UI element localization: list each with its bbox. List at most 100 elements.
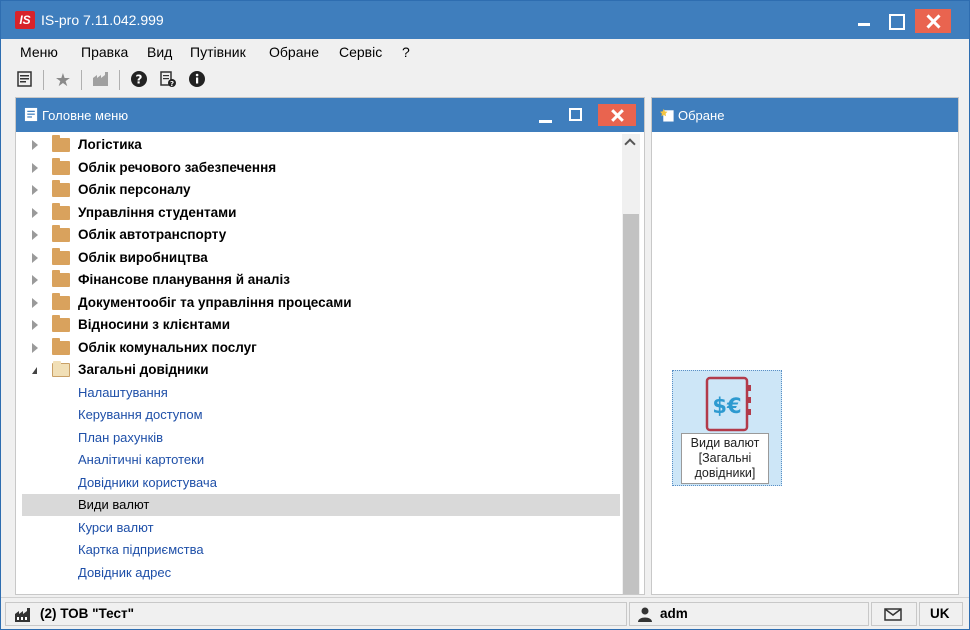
toolbar-separator: [81, 70, 82, 90]
tree-item-label: Загальні довідники: [78, 362, 209, 377]
user-icon: [638, 607, 652, 622]
tree-item-logistics[interactable]: Логістика: [22, 134, 620, 156]
tree-subitem-label: Картка підприємства: [78, 542, 204, 557]
scroll-thumb[interactable]: [623, 214, 639, 594]
folder-icon: [52, 270, 70, 287]
tree-item-document-flow[interactable]: Документообіг та управління процесами: [22, 292, 620, 314]
scroll-up-icon[interactable]: [624, 138, 636, 150]
main-menu-header[interactable]: Головне меню: [16, 98, 644, 132]
favorites-header[interactable]: Обране: [652, 98, 958, 132]
mail-icon: [884, 608, 902, 621]
expand-arrow-icon[interactable]: [32, 297, 38, 308]
menu-edit[interactable]: Правка: [81, 44, 128, 60]
menu-main[interactable]: Меню: [20, 44, 58, 60]
tree-subitem-user-directories[interactable]: Довідники користувача: [22, 472, 620, 494]
expand-arrow-icon[interactable]: [32, 185, 38, 195]
tree-item-students[interactable]: Управління студентами: [22, 202, 620, 224]
tree-subitem-exchange-rates[interactable]: Курси валют: [22, 517, 620, 539]
info-icon[interactable]: [187, 70, 207, 90]
panel-close-button[interactable]: [598, 104, 636, 126]
toolbar: ★ ? ?: [1, 64, 969, 94]
tree-subitem-label: Види валют: [78, 497, 150, 512]
expand-arrow-icon[interactable]: [32, 140, 38, 150]
tree-item-customer-relations[interactable]: Відносини з клієнтами: [22, 314, 620, 336]
favorite-label-line: довідники]: [694, 466, 756, 480]
open-folder-icon: [52, 361, 70, 377]
expand-arrow-icon[interactable]: [32, 230, 38, 240]
tree-item-label: Облік комунальних послуг: [78, 339, 257, 355]
svg-text:$€: $€: [712, 394, 741, 418]
tree-subitem-analytic-cards[interactable]: Аналітичні картотеки: [22, 449, 620, 471]
app-logo: IS: [15, 11, 35, 29]
status-messages-cell[interactable]: [871, 602, 917, 626]
tree-item-financial-planning[interactable]: Фінансове планування й аналіз: [22, 269, 620, 291]
expand-arrow-icon[interactable]: [32, 275, 38, 285]
tree-item-label: Логістика: [78, 137, 142, 152]
panel-maximize-button[interactable]: [569, 108, 582, 121]
status-company: (2) ТОВ "Тест": [40, 606, 134, 621]
app-window: IS IS-pro 7.11.042.999 Меню Правка Вид П…: [0, 0, 970, 630]
tree-subitem-label: План рахунків: [78, 429, 164, 445]
favorite-label-line: [Загальні: [698, 451, 752, 465]
favorite-tile-label: Види валют [Загальні довідники]: [681, 433, 769, 484]
tree-item-utilities[interactable]: Облік комунальних послуг: [22, 337, 620, 359]
menu-view[interactable]: Вид: [147, 44, 172, 60]
tree-subitem-address-directory[interactable]: Довідник адрес: [22, 562, 620, 584]
main-menu-panel: Головне меню Логістика Облік речового за…: [15, 97, 645, 595]
favorites-area: $€ Види валют [Загальні довідники]: [662, 138, 950, 592]
status-language-cell[interactable]: UK: [919, 602, 963, 626]
expand-arrow-icon[interactable]: [32, 252, 38, 263]
svg-text:?: ?: [136, 73, 143, 87]
tree-item-vehicles[interactable]: Облік автотранспорту: [22, 224, 620, 246]
status-language: UK: [930, 606, 950, 621]
close-button[interactable]: [915, 9, 951, 33]
tree-subitem-label: Довідники користувача: [78, 474, 217, 490]
folder-icon: [52, 157, 70, 175]
currency-book-icon: $€: [705, 376, 751, 432]
favorites-title: Обране: [678, 108, 725, 123]
favorites-panel-icon: [660, 108, 674, 122]
main-menu-icon[interactable]: [15, 70, 35, 90]
maximize-button[interactable]: [879, 9, 913, 33]
factory-icon[interactable]: [91, 70, 111, 90]
menu-guide[interactable]: Путівник: [190, 44, 246, 60]
favorite-tile-currency-types[interactable]: $€ Види валют [Загальні довідники]: [672, 370, 782, 486]
expand-arrow-icon[interactable]: [32, 207, 38, 218]
favorites-panel: Обране $€ Види валют [Загальні довідники…: [651, 97, 959, 595]
tree-subitem-currency-types[interactable]: Види валют: [22, 494, 620, 516]
collapse-arrow-icon[interactable]: [32, 367, 37, 374]
minimize-button[interactable]: [847, 9, 881, 33]
tree-subitem-label: Аналітичні картотеки: [78, 452, 205, 467]
menu-bar: Меню Правка Вид Путівник Обране Сервіс ?: [1, 39, 969, 64]
status-company-cell[interactable]: (2) ТОВ "Тест": [5, 602, 627, 626]
menu-favorites[interactable]: Обране: [269, 44, 319, 60]
svg-text:?: ?: [170, 80, 174, 88]
toolbar-separator: [119, 70, 120, 90]
tree-subitem-settings[interactable]: Налаштування: [22, 382, 620, 404]
vertical-scrollbar[interactable]: [622, 134, 640, 594]
tree-item-production[interactable]: Облік виробництва: [22, 247, 620, 269]
tree-item-personnel[interactable]: Облік персоналу: [22, 179, 620, 201]
document-help-icon[interactable]: ?: [158, 70, 178, 90]
menu-help[interactable]: ?: [402, 44, 410, 60]
star-icon[interactable]: ★: [53, 70, 73, 90]
tree-subitem-company-card[interactable]: Картка підприємства: [22, 539, 620, 561]
tree-item-label: Документообіг та управління процесами: [78, 294, 352, 310]
tree-subitem-label: Курси валют: [78, 519, 154, 535]
status-user-cell[interactable]: adm: [629, 602, 869, 626]
title-bar[interactable]: IS IS-pro 7.11.042.999: [1, 1, 969, 39]
tree-subitem-label: Керування доступом: [78, 407, 203, 422]
toolbar-separator: [43, 70, 44, 90]
menu-service[interactable]: Сервіс: [339, 44, 382, 60]
panel-minimize-button[interactable]: [539, 120, 552, 123]
help-icon[interactable]: ?: [129, 70, 149, 90]
expand-arrow-icon[interactable]: [32, 162, 38, 173]
tree-item-general-directories[interactable]: Загальні довідники: [22, 359, 620, 381]
expand-arrow-icon[interactable]: [32, 320, 38, 330]
expand-arrow-icon[interactable]: [32, 342, 38, 353]
tree-item-label: Управління студентами: [78, 204, 237, 220]
tree-subitem-access-control[interactable]: Керування доступом: [22, 404, 620, 426]
tree-subitem-chart-of-accounts[interactable]: План рахунків: [22, 427, 620, 449]
tree-item-clothing-supply[interactable]: Облік речового забезпечення: [22, 157, 620, 179]
window-title: IS-pro 7.11.042.999: [41, 12, 164, 28]
